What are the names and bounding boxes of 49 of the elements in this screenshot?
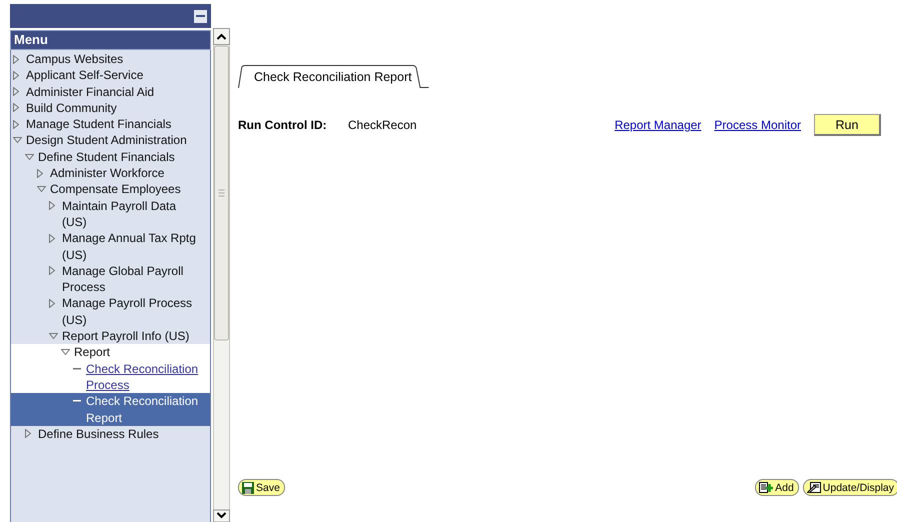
- menu-item[interactable]: Design Student Administration: [26, 132, 187, 149]
- menu-item[interactable]: Manage Payroll Process (US): [62, 295, 200, 328]
- menu-item[interactable]: Administer Financial Aid: [26, 84, 154, 100]
- triangle-right-icon[interactable]: [13, 120, 19, 129]
- add-button[interactable]: Add: [755, 479, 799, 496]
- triangle-down-icon[interactable]: [25, 154, 34, 160]
- run-control-value: CheckRecon: [348, 118, 418, 132]
- triangle-down-icon[interactable]: [13, 137, 22, 144]
- report-tab[interactable]: Check Reconciliation Report: [238, 65, 430, 88]
- triangle-down-icon[interactable]: [37, 186, 46, 192]
- add-icon: [759, 482, 774, 493]
- menu-item[interactable]: Manage Annual Tax Rptg (US): [62, 230, 200, 263]
- menu-item[interactable]: Compensate Employees: [50, 181, 181, 198]
- scrollbar[interactable]: [213, 28, 230, 522]
- triangle-right-icon[interactable]: [13, 103, 19, 112]
- menu-item[interactable]: Campus Websites: [26, 51, 124, 68]
- triangle-right-icon[interactable]: [13, 70, 19, 80]
- menu-item[interactable]: Define Student Financials: [38, 148, 175, 166]
- report-link[interactable]: Process Monitor: [714, 118, 801, 132]
- collapse-button[interactable]: [194, 10, 207, 22]
- menu-item[interactable]: Maintain Payroll Data (US): [62, 198, 200, 230]
- run-control-label: Run Control ID:: [238, 118, 328, 132]
- menu-item[interactable]: Manage Global Payroll Process: [62, 262, 200, 296]
- dash-icon: [73, 368, 81, 370]
- triangle-down-icon[interactable]: [61, 349, 70, 356]
- triangle-right-icon[interactable]: [13, 87, 19, 96]
- menu-item[interactable]: Administer Workforce: [50, 165, 164, 182]
- triangle-right-icon[interactable]: [25, 429, 31, 438]
- triangle-right-icon[interactable]: [49, 298, 55, 308]
- save-button[interactable]: Save: [238, 479, 285, 496]
- triangle-right-icon[interactable]: [13, 54, 19, 64]
- triangle-right-icon[interactable]: [37, 168, 43, 178]
- triangle-right-icon[interactable]: [49, 266, 55, 276]
- pencil-form-icon: [806, 482, 821, 493]
- triangle-right-icon[interactable]: [49, 201, 55, 210]
- menu-item[interactable]: Define Business Rules: [38, 426, 159, 442]
- menu-title: Menu: [10, 30, 211, 50]
- triangle-down-icon[interactable]: [49, 333, 58, 340]
- menu-item[interactable]: Report: [74, 344, 110, 361]
- triangle-right-icon[interactable]: [49, 234, 55, 243]
- menu-item[interactable]: Build Community: [26, 100, 117, 116]
- menu-item[interactable]: Report Payroll Info (US): [62, 328, 190, 344]
- menu-item[interactable]: Manage Student Financials: [26, 116, 172, 132]
- run-button[interactable]: Run: [814, 114, 881, 136]
- update-display-button[interactable]: Update/Display: [802, 479, 897, 496]
- report-link[interactable]: Report Manager: [614, 118, 702, 132]
- menu-item[interactable]: Applicant Self-Service: [26, 67, 144, 84]
- dash-icon: [73, 400, 81, 402]
- minus-icon: [196, 14, 205, 18]
